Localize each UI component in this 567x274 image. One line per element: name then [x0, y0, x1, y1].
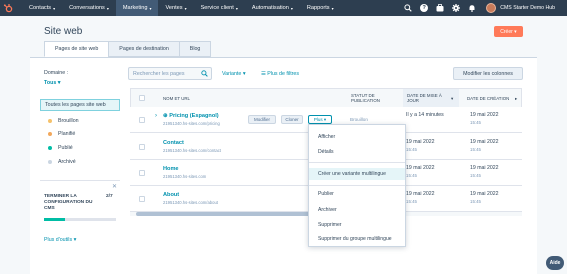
nav-ventes[interactable]: Ventes ▾ [158, 0, 193, 16]
page-url[interactable]: 21951340.hs-sites.com/pricing [163, 121, 220, 126]
status-dot-icon [48, 132, 52, 136]
tab-landing-pages[interactable]: Pages de destination [108, 41, 180, 57]
content-tabs: Pages de site web Pages de destination B… [44, 41, 212, 57]
more-actions-menu: Afficher Détails Créer une variante mult… [308, 124, 406, 247]
column-updated[interactable]: DATE DE MISE À JOUR ▾ [403, 89, 459, 107]
page-url[interactable]: 21951340.hs-sites.com [163, 174, 206, 179]
edit-button[interactable]: Modifier [248, 115, 276, 124]
column-created[interactable]: DATE DE CRÉATION [467, 89, 517, 107]
created-date: 19 mai 2022 15:45 [470, 139, 499, 152]
menu-item-remove-from-multilingual-group[interactable]: Supprimer du groupe multilingue [309, 236, 405, 242]
updated-date: Il y a 14 minutes [406, 112, 444, 118]
nav-conversations[interactable]: Conversations ▾ [62, 0, 116, 16]
more-tools-dropdown[interactable]: Plus d'outils ▾ [44, 237, 76, 243]
sidebar-item-scheduled[interactable]: Planifié [48, 131, 75, 137]
updated-date: 19 mai 2022 15:45 [406, 191, 435, 204]
menu-divider [309, 185, 405, 186]
variant-filter[interactable]: Variante ▾ [222, 71, 245, 77]
domain-label: Domaine : [44, 70, 69, 76]
more-filters-button[interactable]: ☰ Plus de filtres [261, 71, 299, 77]
sidebar-item-all-pages[interactable]: Toutes les pages site web [40, 99, 120, 111]
multilingual-chevron-icon[interactable]: › [155, 113, 157, 119]
page-name-link[interactable]: ⊕ Pricing (Espagnol) [163, 113, 219, 119]
search-icon[interactable] [400, 0, 416, 16]
top-navigation: Contacts ▾ Conversations ▾ Marketing ▾ Vent… [0, 0, 567, 16]
status-dot-icon [48, 119, 52, 123]
updated-date: 19 mai 2022 15:45 [406, 139, 435, 152]
close-icon[interactable]: ✕ [112, 183, 117, 190]
help-icon[interactable]: ? [416, 0, 432, 16]
cms-setup-title[interactable]: TERMINER LA CONFIGURATION DU CMS [44, 194, 98, 212]
menu-divider [309, 162, 405, 163]
nav-service-client[interactable]: Service client ▾ [194, 0, 245, 16]
nav-automatisation[interactable]: Automatisation ▾ [245, 0, 300, 16]
status-badge: Brouillon [350, 117, 368, 122]
status-dot-icon [48, 160, 52, 164]
row-checkbox[interactable] [139, 170, 145, 176]
gear-icon[interactable] [448, 0, 464, 16]
table-header: NOM ET URL STATUT DE PUBLICATION DATE DE… [130, 88, 522, 108]
tab-blog[interactable]: Blog [178, 41, 212, 57]
tab-website-pages[interactable]: Pages de site web [44, 41, 110, 57]
clone-button[interactable]: Cloner [281, 115, 303, 124]
search-input[interactable]: Rechercher les pages [128, 67, 212, 80]
created-date: 19 mai 2022 15:45 [470, 112, 499, 125]
account-name[interactable]: CMS Starter Demo Hub [500, 5, 555, 11]
nav-contacts[interactable]: Contacts ▾ [22, 0, 62, 16]
cms-progress-bar [44, 218, 116, 221]
menu-item-details[interactable]: Détails [309, 149, 405, 155]
help-chat-button[interactable]: Aide [546, 256, 564, 270]
marketplace-icon[interactable] [432, 0, 448, 16]
menu-item-view[interactable]: Afficher [309, 134, 405, 140]
sidebar-item-draft[interactable]: Brouillon [48, 118, 79, 124]
page-name-link[interactable]: Contact [163, 140, 184, 146]
nav-rapports[interactable]: Rapports ▾ [300, 0, 341, 16]
sidebar-item-published[interactable]: Publié [48, 145, 73, 151]
created-date: 19 mai 2022 15:45 [470, 165, 499, 178]
created-date: 19 mai 2022 15:45 [470, 191, 499, 204]
edit-columns-button[interactable]: Modifier les colonnes [453, 67, 523, 80]
cms-setup-count: 2/7 [106, 194, 113, 199]
status-dot-icon [48, 146, 52, 150]
page-url[interactable]: 21951340.hs-sites.com/contact [163, 148, 221, 153]
hubspot-logo-icon[interactable] [0, 0, 16, 16]
search-icon [201, 70, 208, 79]
sort-desc-icon: ▾ [451, 95, 454, 101]
updated-date: 19 mai 2022 15:45 [406, 165, 435, 178]
create-button[interactable]: Créer ▾ [494, 26, 523, 37]
row-checkbox[interactable] [139, 196, 145, 202]
menu-item-publish[interactable]: Publier [309, 191, 405, 197]
menu-item-delete[interactable]: Supprimer [309, 222, 405, 228]
page-name-link[interactable]: Home [163, 166, 179, 172]
column-name-url[interactable]: NOM ET URL [163, 89, 190, 107]
sidebar-item-archived[interactable]: Archivé [48, 159, 76, 165]
more-actions-button[interactable]: Plus ▾ [308, 115, 332, 124]
row-checkbox[interactable] [139, 144, 145, 150]
scroll-right-icon[interactable]: ▸ [515, 89, 517, 107]
nav-marketing[interactable]: Marketing ▾ [115, 0, 159, 16]
domain-select[interactable]: Tous ▾ [44, 80, 60, 86]
page-url[interactable]: 21951340.hs-sites.com/about [163, 200, 218, 205]
avatar[interactable] [486, 3, 497, 13]
filter-icon: ☰ [261, 71, 266, 77]
menu-item-archive[interactable]: Archiver [309, 207, 405, 213]
cms-setup-card: ✕ TERMINER LA CONFIGURATION DU CMS 2/7 [40, 180, 120, 230]
column-status[interactable]: STATUT DE PUBLICATION [351, 89, 391, 107]
notifications-bell-icon[interactable] [464, 0, 480, 16]
page-title: Site web [44, 26, 83, 37]
page-name-link[interactable]: About [163, 192, 179, 198]
menu-item-create-multilingual-variant[interactable]: Créer une variante multilingue [309, 168, 405, 180]
scrollbar-thumb[interactable] [136, 212, 310, 216]
row-checkbox[interactable] [139, 117, 145, 123]
select-all-checkbox[interactable] [139, 89, 145, 107]
